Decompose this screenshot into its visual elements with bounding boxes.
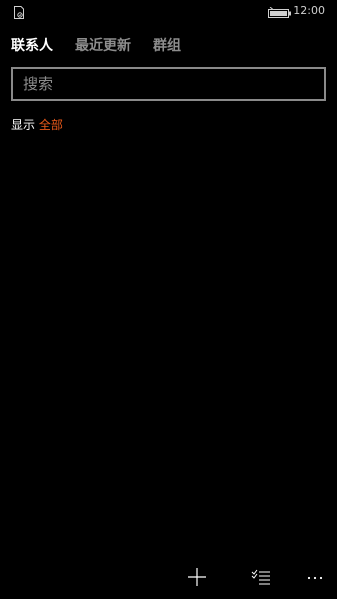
sim-card-icon <box>13 4 25 19</box>
more-icon[interactable] <box>304 565 328 589</box>
tab-recent-updates[interactable]: 最近更新 <box>75 36 131 58</box>
tab-groups[interactable]: 群组 <box>153 36 181 58</box>
status-bar: 12:00 <box>0 0 337 22</box>
filter-label: 显示 <box>11 118 36 132</box>
filter-line: 显示 全部 <box>11 117 63 133</box>
pivot-tabs: 联系人 最近更新 群组 <box>11 36 181 58</box>
search-box <box>11 67 326 101</box>
app-bar <box>0 555 337 599</box>
tab-contacts[interactable]: 联系人 <box>11 36 53 58</box>
clock: 12:00 <box>293 4 325 17</box>
filter-value-link[interactable]: 全部 <box>39 118 63 132</box>
select-list-icon[interactable] <box>249 565 273 589</box>
add-icon[interactable] <box>185 565 209 589</box>
search-input[interactable] <box>13 69 324 99</box>
battery-charging-icon <box>268 4 292 18</box>
